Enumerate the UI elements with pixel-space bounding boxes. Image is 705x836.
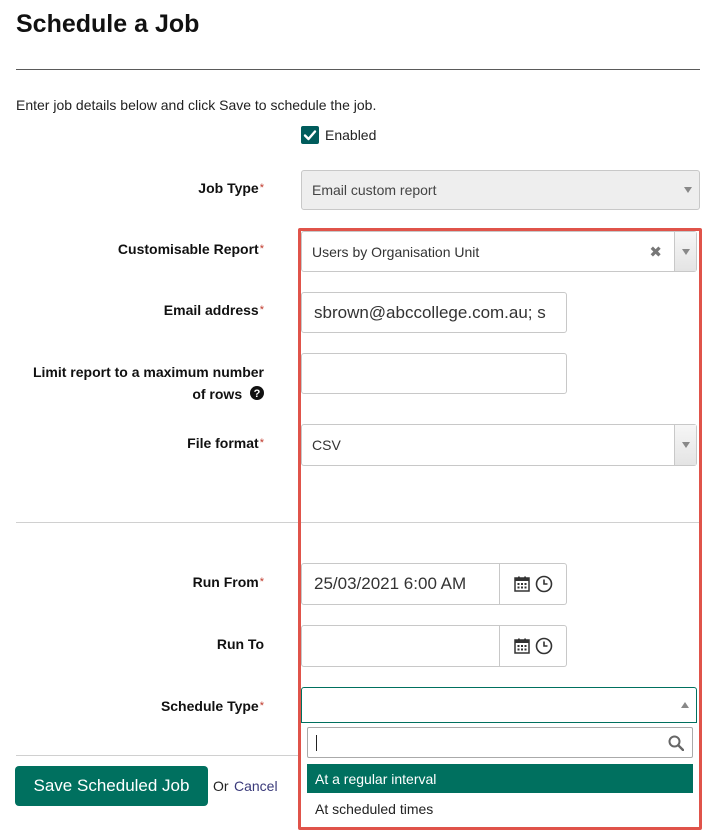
chevron-down-icon[interactable] xyxy=(674,425,696,465)
calendar-icon[interactable] xyxy=(513,638,530,654)
customisable-report-label: Customisable Report* xyxy=(117,241,264,257)
cancel-link[interactable]: Cancel xyxy=(234,778,278,794)
run-from-input[interactable]: 25/03/2021 6:00 AM xyxy=(301,563,500,605)
customisable-report-select[interactable]: Users by Organisation Unit ✖ xyxy=(301,231,697,272)
job-type-label: Job Type* xyxy=(198,180,264,196)
clock-icon[interactable] xyxy=(535,575,553,593)
actions-divider xyxy=(16,755,298,756)
limit-rows-input[interactable] xyxy=(301,353,567,394)
intro-text: Enter job details below and click Save t… xyxy=(16,97,377,113)
run-from-label: Run From* xyxy=(192,574,264,590)
title-divider xyxy=(16,69,700,70)
enabled-checkbox[interactable] xyxy=(301,126,319,144)
chevron-down-icon[interactable] xyxy=(674,232,696,271)
schedule-type-label: Schedule Type* xyxy=(160,698,264,714)
run-to-input[interactable] xyxy=(301,625,500,667)
save-scheduled-job-button[interactable]: Save Scheduled Job xyxy=(15,766,208,806)
job-type-value: Email custom report xyxy=(312,182,437,198)
search-icon xyxy=(668,735,684,751)
file-format-label: File format* xyxy=(187,435,264,451)
question-circle-icon[interactable]: ? xyxy=(250,386,264,400)
schedule-type-select[interactable] xyxy=(301,687,697,723)
chevron-down-icon xyxy=(677,171,699,209)
clear-x-icon[interactable]: ✖ xyxy=(649,243,662,261)
page-title: Schedule a Job xyxy=(16,10,200,38)
clock-icon[interactable] xyxy=(535,637,553,655)
schedule-type-dropdown: At a regular interval At scheduled times xyxy=(301,723,697,827)
limit-rows-label: Limit report to a maximum number of rows… xyxy=(32,364,264,402)
calendar-icon[interactable] xyxy=(513,576,530,592)
email-address-label: Email address* xyxy=(163,302,264,318)
run-to-label: Run To xyxy=(216,636,264,652)
section-divider xyxy=(16,522,700,523)
text-cursor xyxy=(316,735,317,751)
schedule-type-option-regular-interval[interactable]: At a regular interval xyxy=(307,764,693,793)
svg-text:?: ? xyxy=(254,388,261,400)
file-format-select[interactable]: CSV xyxy=(301,424,697,466)
file-format-value: CSV xyxy=(312,437,341,453)
customisable-report-value: Users by Organisation Unit xyxy=(312,243,480,260)
or-text: Or xyxy=(213,778,229,794)
enabled-label: Enabled xyxy=(325,127,377,143)
email-address-input[interactable]: sbrown@abccollege.com.au; s xyxy=(301,292,567,333)
job-type-select[interactable]: Email custom report xyxy=(301,170,700,210)
check-icon xyxy=(303,130,317,141)
run-from-picker-buttons xyxy=(500,563,567,605)
schedule-type-search-input[interactable] xyxy=(307,727,693,758)
run-to-picker-buttons xyxy=(500,625,567,667)
chevron-up-icon[interactable] xyxy=(674,688,696,722)
schedule-type-option-scheduled-times[interactable]: At scheduled times xyxy=(307,794,693,823)
